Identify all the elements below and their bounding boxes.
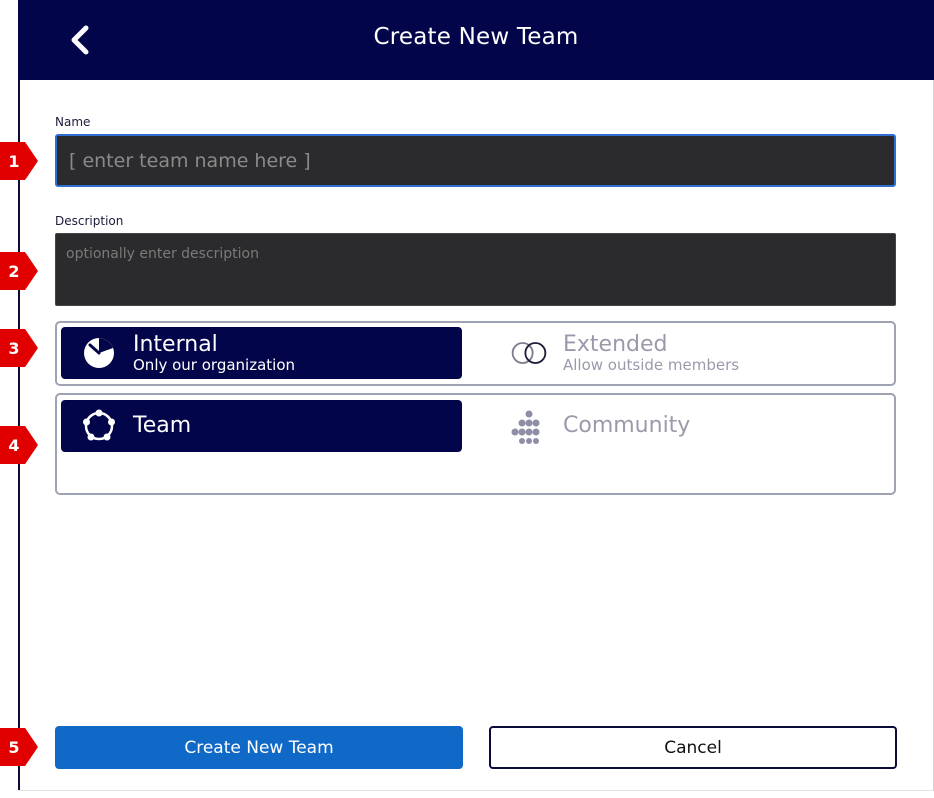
- extended-subtitle: Allow outside members: [563, 355, 740, 374]
- description-label: Description: [55, 214, 124, 228]
- page-title: Create New Team: [373, 24, 579, 50]
- overlapping-circles-icon: [509, 333, 549, 373]
- extended-title: Extended: [563, 331, 668, 357]
- access-option-internal[interactable]: Internal Only our organization: [61, 327, 462, 379]
- type-option-community[interactable]: Community: [491, 400, 892, 452]
- internal-title: Internal: [133, 331, 218, 357]
- type-toggle: Team Community: [55, 393, 896, 495]
- name-label: Name: [55, 115, 91, 129]
- bottom-strip: [18, 790, 934, 798]
- pie-clock-icon: [79, 333, 119, 373]
- description-input[interactable]: [55, 233, 896, 306]
- access-toggle: Internal Only our organization Extended …: [55, 321, 896, 386]
- community-title: Community: [563, 413, 691, 438]
- team-circle-icon: [79, 406, 119, 446]
- create-team-button[interactable]: Create New Team: [55, 726, 463, 769]
- header-bar: Create New Team: [18, 0, 934, 80]
- community-dots-icon: [509, 406, 549, 446]
- team-name-input[interactable]: [55, 134, 896, 187]
- team-title: Team: [133, 413, 192, 438]
- cancel-button[interactable]: Cancel: [489, 726, 897, 769]
- access-option-extended[interactable]: Extended Allow outside members: [491, 327, 892, 379]
- type-option-team[interactable]: Team: [61, 400, 462, 452]
- internal-subtitle: Only our organization: [133, 355, 296, 374]
